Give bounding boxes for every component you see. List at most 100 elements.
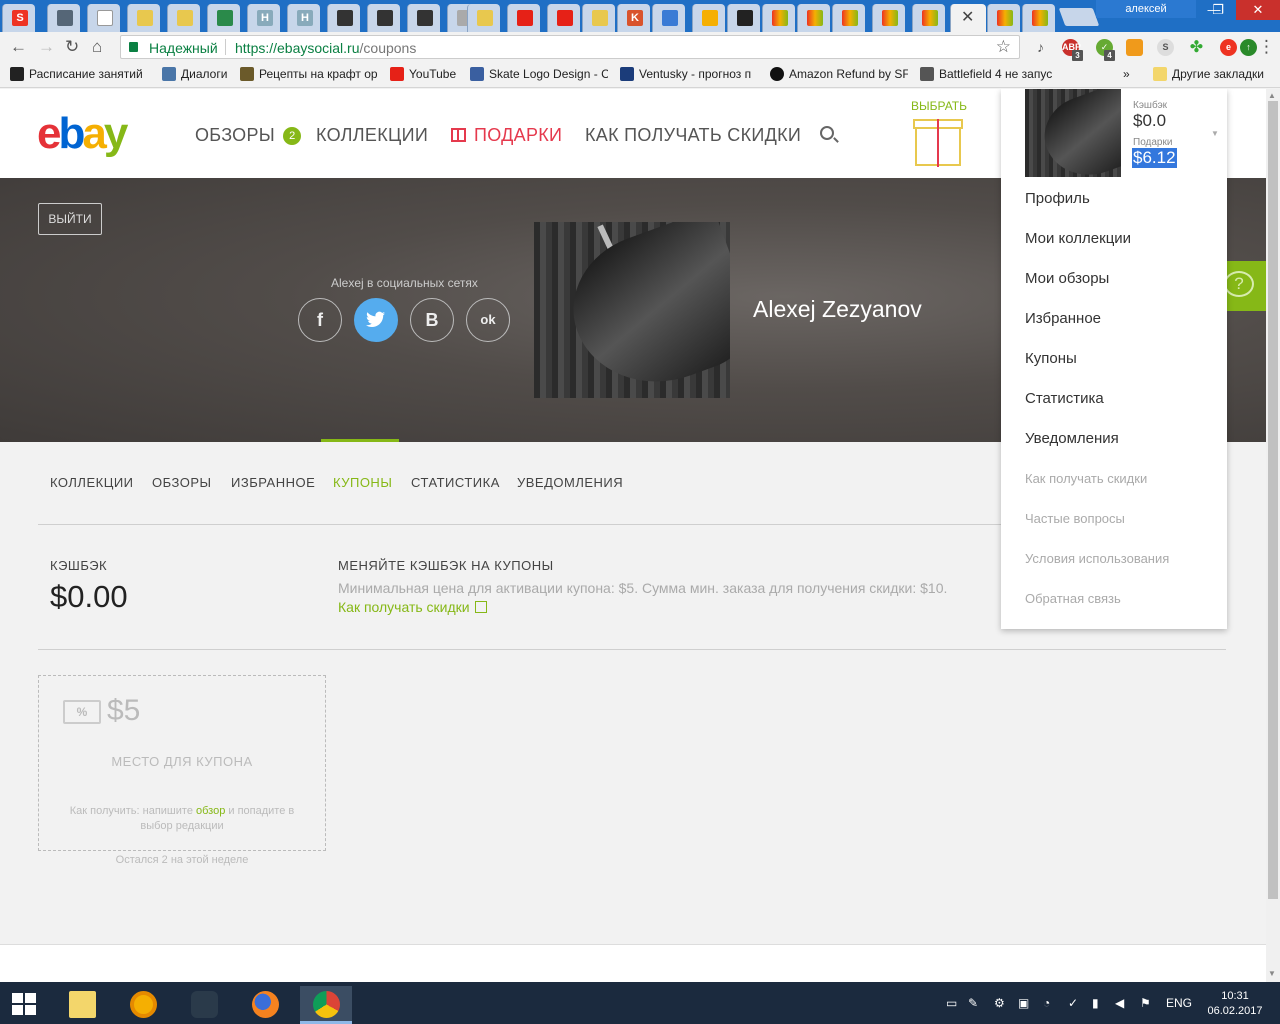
s-extension-icon[interactable]: S: [1157, 39, 1174, 56]
network-icon[interactable]: ▮: [1092, 996, 1099, 1010]
bookmark-item[interactable]: Ventusky - прогноз п: [620, 67, 758, 81]
browser-tab[interactable]: [912, 4, 945, 32]
how-to-get-discounts-link[interactable]: Как получать скидки: [338, 599, 487, 615]
scroll-up-icon[interactable]: ▲: [1268, 91, 1276, 100]
scroll-down-icon[interactable]: ▼: [1268, 969, 1276, 978]
browser-tab[interactable]: [762, 4, 795, 32]
tab-favorites[interactable]: ИЗБРАННОЕ: [231, 475, 315, 490]
home-icon[interactable]: ⌂: [92, 37, 102, 57]
menu-item-statistics[interactable]: Статистика: [1025, 390, 1104, 407]
facebook-icon[interactable]: f: [298, 298, 342, 342]
browser-tab[interactable]: [987, 4, 1020, 32]
bookmark-item[interactable]: Amazon Refund by SF: [770, 67, 908, 81]
taskbar-app[interactable]: [117, 986, 169, 1024]
tab-collections[interactable]: КОЛЛЕКЦИИ: [50, 475, 134, 490]
chrome-menu-icon[interactable]: ⋮: [1258, 37, 1275, 57]
tab-close-icon[interactable]: ✕: [961, 7, 974, 27]
chevron-down-icon[interactable]: ▼: [1211, 129, 1219, 138]
nav-reviews[interactable]: ОБЗОРЫ 2: [195, 125, 302, 146]
browser-tab-active[interactable]: ✕: [950, 4, 986, 32]
tray-icon[interactable]: ◔: [1043, 996, 1050, 1010]
menu-item-notifications[interactable]: Уведомления: [1025, 430, 1119, 447]
browser-tab[interactable]: H: [247, 4, 280, 32]
bookmarks-overflow-button[interactable]: »: [1123, 67, 1130, 81]
windows-start-icon[interactable]: [12, 993, 36, 1015]
browser-tab[interactable]: [87, 4, 120, 32]
bookmark-item[interactable]: YouTube: [390, 67, 465, 81]
odnoklassniki-icon[interactable]: ok: [466, 298, 510, 342]
gift-box-icon[interactable]: [913, 119, 963, 167]
nav-collections[interactable]: КОЛЛЕКЦИИ: [316, 125, 428, 146]
menu-item-faq[interactable]: Частые вопросы: [1025, 511, 1125, 526]
scrollbar-thumb[interactable]: [1268, 101, 1278, 899]
tab-statistics[interactable]: СТАТИСТИКА: [411, 475, 500, 490]
browser-tab[interactable]: [797, 4, 830, 32]
music-extension-icon[interactable]: ♪: [1032, 39, 1049, 56]
e-extension-icon[interactable]: e: [1220, 39, 1237, 56]
upload-extension-icon[interactable]: ↑: [1240, 39, 1257, 56]
steam-icon[interactable]: ⚙: [994, 996, 1005, 1010]
browser-tab[interactable]: [167, 4, 200, 32]
taskbar-app[interactable]: [239, 986, 291, 1024]
tray-icon[interactable]: ▭: [946, 996, 957, 1010]
menu-item-my-reviews[interactable]: Мои обзоры: [1025, 270, 1109, 287]
browser-tab[interactable]: [692, 4, 725, 32]
tab-coupons[interactable]: КУПОНЫ: [333, 475, 392, 490]
browser-tab[interactable]: [127, 4, 160, 32]
tab-reviews[interactable]: ОБЗОРЫ: [152, 475, 212, 490]
system-clock[interactable]: 10:31 06.02.2017: [1205, 989, 1265, 1019]
browser-tab[interactable]: [1022, 4, 1055, 32]
tray-icon[interactable]: ⚑: [1140, 996, 1151, 1010]
review-link[interactable]: обзор: [196, 805, 225, 817]
menu-item-feedback[interactable]: Обратная связь: [1025, 591, 1121, 606]
bookmark-item[interactable]: Диалоги: [162, 67, 237, 81]
logout-button[interactable]: ВЫЙТИ: [38, 203, 102, 235]
menu-item-terms[interactable]: Условия использования: [1025, 551, 1169, 566]
search-icon[interactable]: [820, 126, 834, 140]
menu-item-coupons[interactable]: Купоны: [1025, 350, 1077, 367]
maximize-button[interactable]: ❐: [1204, 0, 1232, 20]
browser-tab[interactable]: [47, 4, 80, 32]
menu-item-profile[interactable]: Профиль: [1025, 190, 1090, 207]
browser-tab[interactable]: [467, 4, 500, 32]
dropdown-avatar[interactable]: [1025, 89, 1121, 177]
tray-icon[interactable]: ✎: [968, 996, 978, 1010]
tray-icon[interactable]: ▣: [1018, 996, 1029, 1010]
browser-tab[interactable]: [407, 4, 440, 32]
close-window-button[interactable]: ✕: [1236, 0, 1280, 20]
vk-icon[interactable]: B: [410, 298, 454, 342]
taskbar-app-active[interactable]: [300, 986, 352, 1024]
choose-gift-label[interactable]: ВЫБРАТЬ: [911, 99, 967, 113]
browser-tab[interactable]: [652, 4, 685, 32]
taskbar-app[interactable]: [178, 986, 230, 1024]
reload-icon[interactable]: ↻: [65, 37, 79, 57]
tab-notifications[interactable]: УВЕДОМЛЕНИЯ: [517, 475, 623, 490]
back-arrow-icon[interactable]: ←: [10, 37, 27, 57]
profile-user-name[interactable]: алексей: [1096, 0, 1196, 18]
forward-arrow-icon[interactable]: →: [38, 37, 55, 57]
browser-tab[interactable]: [582, 4, 615, 32]
menu-item-my-collections[interactable]: Мои коллекции: [1025, 230, 1131, 247]
browser-tab[interactable]: [507, 4, 540, 32]
bookmark-item[interactable]: Рецепты на крафт ор: [240, 67, 378, 81]
bookmark-item[interactable]: Skate Logo Design - C: [470, 67, 608, 81]
browser-tab[interactable]: [832, 4, 865, 32]
other-bookmarks-folder[interactable]: Другие закладки: [1153, 67, 1264, 81]
bookmark-item[interactable]: Расписание занятий: [10, 67, 145, 81]
page-scrollbar[interactable]: ▲ ▼: [1266, 89, 1280, 982]
nav-discounts[interactable]: КАК ПОЛУЧАТЬ СКИДКИ: [585, 125, 801, 146]
bookmark-item[interactable]: Battlefield 4 не запус: [920, 67, 1060, 81]
volume-icon[interactable]: ◀: [1115, 996, 1124, 1010]
clover-extension-icon[interactable]: ✤: [1188, 39, 1205, 56]
browser-tab[interactable]: K: [617, 4, 650, 32]
extension-icon[interactable]: [1126, 39, 1143, 56]
address-bar[interactable]: Надежный https://ebaysocial.ru/coupons ☆: [120, 35, 1020, 59]
url-text[interactable]: https://ebaysocial.ru/coupons: [235, 40, 416, 56]
new-tab-button[interactable]: [1058, 8, 1100, 26]
browser-tab[interactable]: [727, 4, 760, 32]
browser-tab[interactable]: [327, 4, 360, 32]
menu-item-favorites[interactable]: Избранное: [1025, 310, 1101, 327]
ebay-logo[interactable]: ebay: [37, 109, 128, 159]
browser-tab[interactable]: S: [2, 4, 35, 32]
twitter-icon[interactable]: [354, 298, 398, 342]
